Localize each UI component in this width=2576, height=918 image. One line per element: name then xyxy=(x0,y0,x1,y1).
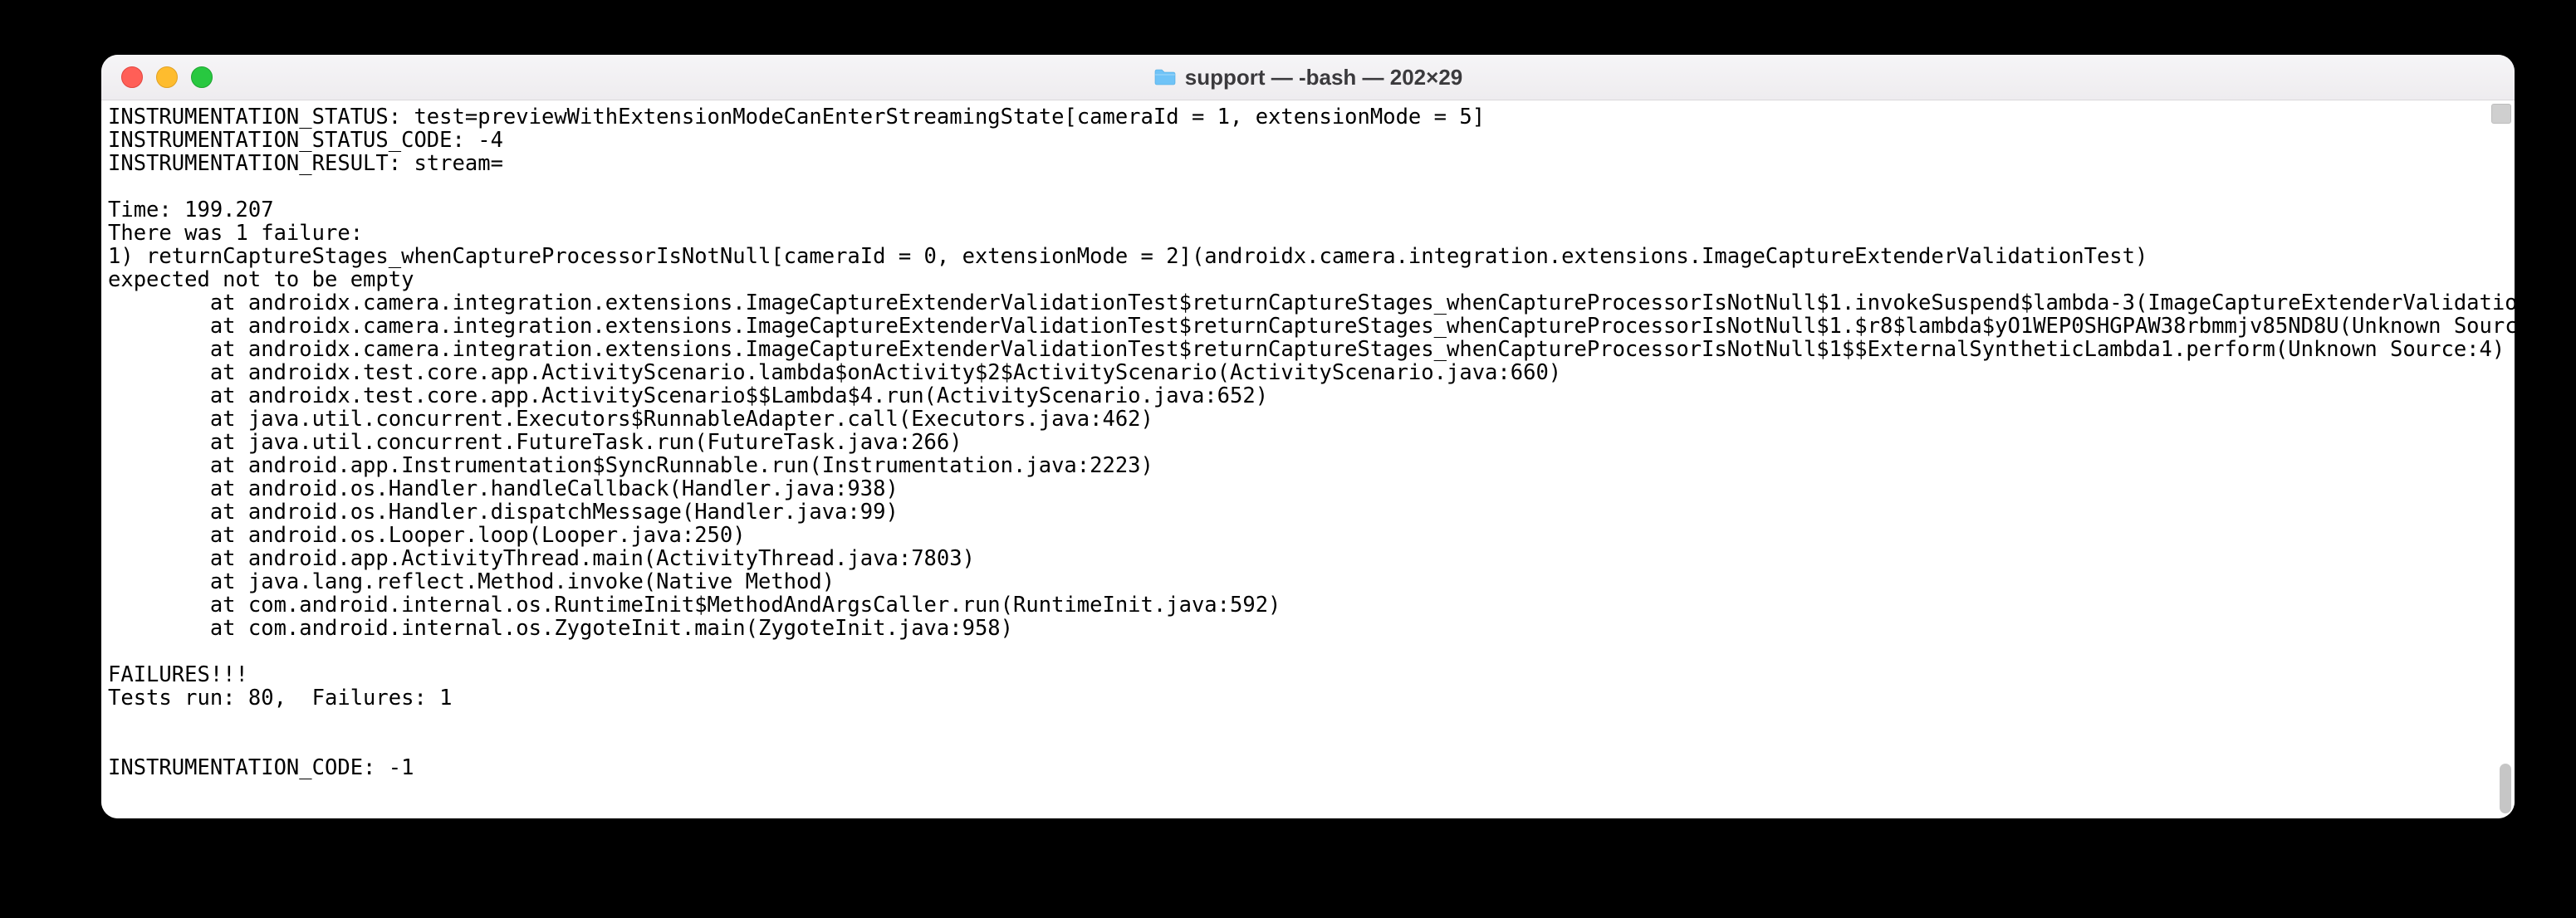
terminal-output[interactable]: INSTRUMENTATION_STATUS: test=previewWith… xyxy=(101,100,2515,786)
terminal-window: support — -bash — 202×29 INSTRUMENTATION… xyxy=(101,55,2515,818)
titlebar[interactable]: support — -bash — 202×29 xyxy=(101,55,2515,100)
close-button[interactable] xyxy=(121,66,143,88)
window-title: support — -bash — 202×29 xyxy=(1185,65,1462,90)
terminal-body[interactable]: INSTRUMENTATION_STATUS: test=previewWith… xyxy=(101,100,2515,818)
window-controls xyxy=(101,66,213,88)
minimize-button[interactable] xyxy=(156,66,178,88)
zoom-button[interactable] xyxy=(191,66,213,88)
folder-icon xyxy=(1153,68,1177,86)
scrollbar-up-icon[interactable] xyxy=(2491,104,2511,124)
window-title-group: support — -bash — 202×29 xyxy=(101,65,2515,90)
scrollbar[interactable] xyxy=(2490,100,2515,818)
scrollbar-thumb[interactable] xyxy=(2500,764,2511,813)
